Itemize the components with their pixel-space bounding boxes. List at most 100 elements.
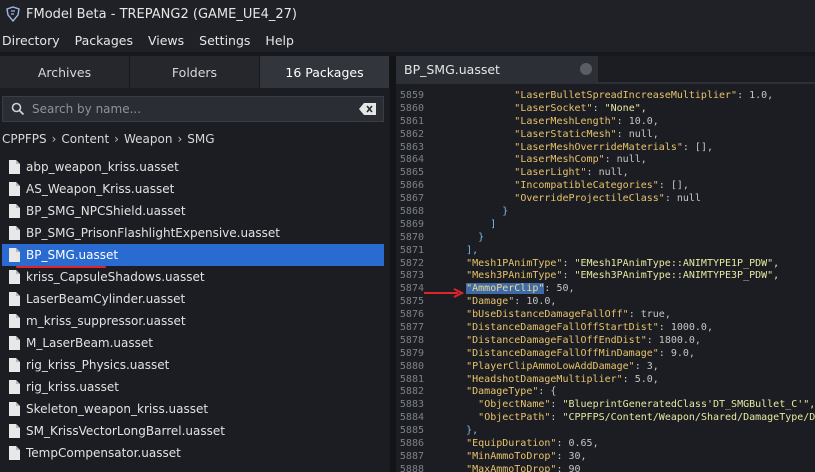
code-line: 5863 "LaserMeshOverrideMaterials": [], (396, 142, 815, 155)
code-key: "DamageType" (466, 386, 539, 398)
search-input[interactable] (28, 102, 359, 116)
code-value: [], (694, 141, 713, 153)
file-name: kriss_CapsuleShadows.uasset (26, 270, 205, 284)
line-number: 5883 (399, 399, 424, 411)
explorer-tabs: Archives Folders 16 Packages (0, 56, 390, 88)
code-line: 5876 "bUseDistanceDamageFallOff": true, (396, 309, 815, 322)
code-key: "EquipDuration" (466, 438, 557, 450)
file-name: m_kriss_suppressor.uasset (26, 314, 186, 328)
breadcrumb-item[interactable]: Content (61, 132, 109, 146)
code-text: "LaserSocket": "None", (514, 102, 647, 114)
code-text: "LaserBulletSpreadIncreaseMultiplier": 1… (514, 90, 774, 101)
line-number: 5866 (399, 180, 424, 192)
file-name: Skeleton_weapon_kriss.uasset (26, 402, 209, 416)
editor-tab[interactable]: BP_SMG.uasset (396, 56, 598, 82)
breadcrumb-item[interactable]: SMG (187, 132, 214, 146)
code-value: 9.0, (670, 347, 695, 359)
code-line: 5875 "Damage": 10.0, (396, 296, 815, 309)
close-tab-icon[interactable] (580, 63, 592, 75)
code-value: 90 (568, 463, 581, 472)
breadcrumb: CPPFPS › Content › Weapon › SMG (2, 130, 215, 148)
code-key: "DistanceDamageFallOffStartDist" (466, 322, 659, 334)
line-number: 5860 (399, 102, 424, 114)
code-key: "OverrideProjectileClass" (514, 193, 665, 205)
code-value: null, (598, 167, 629, 179)
line-number: 5872 (399, 257, 424, 269)
menu-views[interactable]: Views (146, 33, 193, 48)
line-number: 5884 (399, 412, 424, 424)
code-line: 5864 "LaserMeshComp": null, (396, 154, 815, 167)
file-list-item[interactable]: BP_SMG.uasset (2, 244, 384, 268)
menu-directory[interactable]: Directory (0, 33, 69, 48)
file-name: rig_kriss_Physics.uasset (26, 358, 170, 372)
line-number: 5873 (399, 270, 424, 282)
clear-search-icon[interactable] (359, 102, 377, 116)
file-list-item[interactable]: kriss_CapsuleShadows.uasset (2, 266, 384, 288)
file-list-item[interactable]: SM_KrissVectorLongBarrel.uasset (2, 420, 384, 442)
file-name: AS_Weapon_Kriss.uasset (26, 182, 175, 196)
file-list-item[interactable]: BP_SMG_NPCShield.uasset (2, 200, 384, 222)
file-list-item[interactable]: rig_kriss.uasset (2, 376, 384, 398)
code-key: "ObjectPath" (478, 412, 551, 424)
code-view[interactable]: 5859 "LaserBulletSpreadIncreaseMultiplie… (396, 90, 815, 472)
file-list-item[interactable]: rig_kriss_Physics.uasset (2, 354, 384, 376)
file-icon (9, 292, 20, 306)
file-list-item[interactable]: LaserBeamCylinder.uasset (2, 288, 384, 310)
file-icon (9, 358, 20, 372)
editor-tab-label: BP_SMG.uasset (404, 61, 500, 77)
chevron-right-icon: › (177, 132, 183, 146)
code-key: "LaserMeshComp" (514, 154, 605, 166)
line-number: 5887 (399, 450, 424, 462)
line-number: 5886 (399, 438, 424, 450)
code-value: "EMesh1PAnimType::ANIMTYPE1P_PDW", (574, 257, 780, 269)
line-number: 5861 (399, 115, 424, 127)
code-value: 1800.0, (658, 334, 701, 346)
file-icon (9, 204, 20, 218)
code-key: "HeadshotDamageMultiplier" (466, 373, 623, 385)
code-line: 5879 "DistanceDamageFallOffMinDamage": 9… (396, 348, 815, 361)
code-line: 5877 "DistanceDamageFallOffStartDist": 1… (396, 322, 815, 335)
code-key: "LaserStaticMesh" (514, 128, 617, 140)
tab-packages[interactable]: 16 Packages (260, 56, 390, 88)
code-value: null (676, 193, 701, 205)
file-list-item[interactable]: BP_SMG_PrisonFlashlightExpensive.uasset (2, 222, 384, 244)
file-list-item[interactable]: abp_weapon_kriss.uasset (2, 156, 384, 178)
code-text: "LaserMeshComp": null, (514, 154, 647, 166)
tab-archives[interactable]: Archives (0, 56, 130, 88)
menu-packages[interactable]: Packages (73, 33, 142, 48)
code-key: "Mesh1PAnimType" (466, 257, 563, 269)
code-text: } (424, 206, 508, 219)
breadcrumb-item[interactable]: CPPFPS (2, 132, 47, 146)
code-line: 5862 "LaserStaticMesh": null, (396, 129, 815, 142)
code-text: "ObjectName": "BlueprintGeneratedClass'D… (478, 399, 815, 411)
search-box (2, 96, 384, 122)
file-list-item[interactable]: TempCompensator.uasset (2, 442, 384, 464)
file-list-item[interactable]: AS_Weapon_Kriss.uasset (2, 178, 384, 200)
breadcrumb-item[interactable]: Weapon (124, 132, 172, 146)
line-number: 5870 (399, 231, 424, 243)
code-punctuation: }, (466, 425, 479, 437)
file-icon (9, 160, 20, 174)
code-text: "ObjectPath": "CPPFPS/Content/Weapon/Sha… (424, 412, 815, 425)
tab-folders[interactable]: Folders (130, 56, 260, 88)
code-punctuation: } (478, 231, 485, 243)
menu-help[interactable]: Help (263, 33, 303, 48)
file-list-item[interactable]: m_kriss_suppressor.uasset (2, 310, 384, 332)
menu-settings[interactable]: Settings (197, 33, 259, 48)
file-list-item[interactable]: Skeleton_weapon_kriss.uasset (2, 398, 384, 420)
code-text: }, (424, 425, 478, 438)
file-list-item[interactable]: M_LaserBeam.uasset (2, 332, 384, 354)
line-number: 5875 (399, 296, 424, 308)
tab-strip (396, 82, 815, 84)
file-icon (9, 336, 20, 350)
code-value: "EMesh3PAnimType::ANIMTYPE3P_PDW", (574, 270, 780, 282)
code-text: "LaserStaticMesh": null, (514, 128, 659, 140)
code-key: "IncompatibleCategories" (514, 180, 659, 192)
line-number: 5877 (399, 322, 424, 334)
code-value: "None", (604, 102, 647, 114)
file-name: M_LaserBeam.uasset (26, 336, 153, 350)
code-line: 5884 "ObjectPath": "CPPFPS/Content/Weapo… (396, 412, 815, 425)
file-icon (9, 402, 20, 416)
code-line: 5859 "LaserBulletSpreadIncreaseMultiplie… (396, 90, 815, 103)
file-name: TempCompensator.uasset (26, 446, 181, 460)
